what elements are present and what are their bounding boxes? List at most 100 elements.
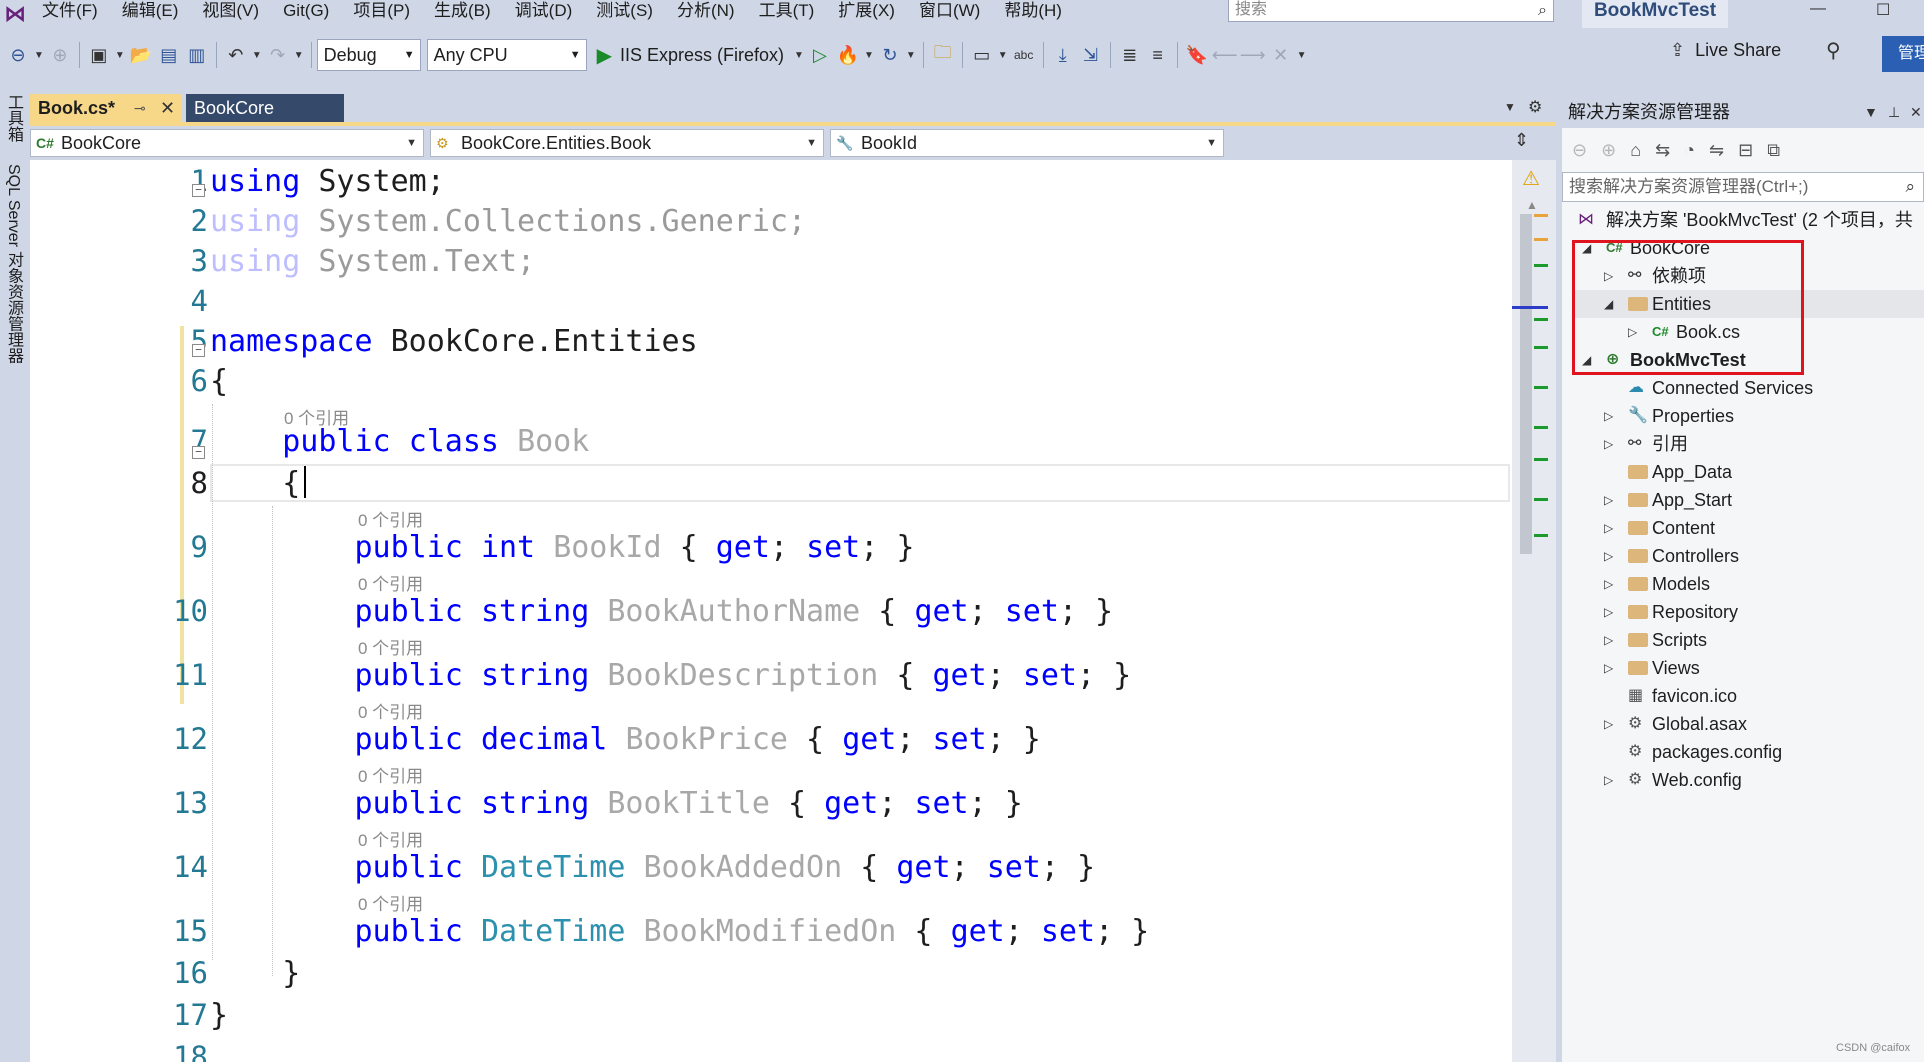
visual-studio-logo-icon[interactable]: ⋈: [0, 0, 30, 28]
pending-changes-icon[interactable]: ◔: [1684, 140, 1695, 161]
menu-item[interactable]: 帮助(H): [992, 0, 1074, 28]
expand-icon[interactable]: ▷: [1604, 710, 1613, 738]
panel-dropdown-icon[interactable]: ▼: [1864, 96, 1878, 128]
tree-item[interactable]: ▷ Scripts: [1572, 626, 1924, 654]
tree-item[interactable]: ▷ Content: [1572, 514, 1924, 542]
pin-icon[interactable]: ⊥: [1888, 96, 1900, 128]
member-select[interactable]: 🔧 BookId ▼: [830, 129, 1224, 157]
collapse-region-icon[interactable]: −: [192, 344, 205, 357]
home-icon[interactable]: ⌂: [1630, 140, 1641, 161]
browse-folder-icon[interactable]: 🗀: [929, 41, 957, 69]
tree-item[interactable]: ▷ ⚯ 引用: [1572, 430, 1924, 458]
tree-item[interactable]: ▷ C# Book.cs: [1572, 318, 1924, 346]
expand-icon[interactable]: ▷: [1604, 654, 1613, 682]
switch-views-icon[interactable]: ⇆: [1655, 140, 1670, 161]
toolbox-tab[interactable]: 工具箱: [1, 94, 25, 142]
hot-reload-icon[interactable]: 🔥: [834, 41, 862, 69]
project-select[interactable]: C# BookCore ▼: [30, 129, 424, 157]
navigate-forward-icon[interactable]: ⊕: [46, 41, 74, 69]
open-file-icon[interactable]: 📂: [127, 41, 155, 69]
menu-item[interactable]: 分析(N): [665, 0, 747, 28]
admin-button[interactable]: 管理: [1882, 36, 1924, 72]
tree-item[interactable]: ▷ Repository: [1572, 598, 1924, 626]
tree-item[interactable]: ▷ ⚯ 依赖项: [1572, 262, 1924, 290]
new-dropdown-icon[interactable]: ▼: [115, 50, 125, 61]
solution-search-input[interactable]: 搜索解决方案资源管理器(Ctrl+;) ⌕: [1562, 172, 1924, 202]
menu-item[interactable]: 生成(B): [422, 0, 503, 28]
menu-item[interactable]: 测试(S): [584, 0, 665, 28]
tree-item[interactable]: ▷ Models: [1572, 570, 1924, 598]
tab-book-cs[interactable]: Book.cs* ⊸ ✕: [30, 94, 182, 122]
collapse-region-icon[interactable]: −: [192, 446, 205, 459]
tree-item[interactable]: App_Data: [1572, 458, 1924, 486]
expand-icon[interactable]: ▷: [1604, 486, 1613, 514]
collapse-icon[interactable]: ◢: [1582, 234, 1591, 262]
tree-item[interactable]: ▷ Controllers: [1572, 542, 1924, 570]
tree-item-solution[interactable]: ⋈ 解决方案 'BookMvcTest' (2 个项目，共: [1572, 206, 1924, 234]
close-icon[interactable]: ✕: [1910, 96, 1922, 128]
bookmark-icon[interactable]: 🔖: [1183, 41, 1211, 69]
scroll-thumb[interactable]: [1520, 214, 1532, 554]
refresh-icon[interactable]: ↻: [876, 41, 904, 69]
collapse-all-icon[interactable]: ⊟: [1738, 140, 1753, 161]
tree-item[interactable]: ▷ 🔧 Properties: [1572, 402, 1924, 430]
undo-dropdown-icon[interactable]: ▼: [252, 50, 262, 61]
tree-item[interactable]: ⚙ packages.config: [1572, 738, 1924, 766]
run-button[interactable]: ▶ IIS Express (Firefox): [597, 43, 784, 68]
tree-item[interactable]: ▷ ⚙ Global.asax: [1572, 710, 1924, 738]
code-lens-references[interactable]: 0 个引用: [358, 890, 423, 915]
tab-list-dropdown-icon[interactable]: ▼: [1504, 100, 1516, 114]
menu-item[interactable]: 工具(T): [747, 0, 827, 28]
code-lens-references[interactable]: 0 个引用: [358, 826, 423, 851]
scroll-up-icon[interactable]: ▲: [1526, 198, 1538, 212]
tree-item[interactable]: ▦ favicon.ico: [1572, 682, 1924, 710]
menu-item[interactable]: 扩展(X): [826, 0, 907, 28]
pin-icon[interactable]: ⊸: [134, 94, 146, 122]
run-dropdown-icon[interactable]: ▼: [794, 50, 804, 61]
expand-icon[interactable]: ▷: [1604, 542, 1613, 570]
expand-icon[interactable]: ▷: [1628, 318, 1637, 346]
hot-reload-dropdown-icon[interactable]: ▼: [864, 50, 874, 61]
undo-icon[interactable]: ↶: [222, 41, 250, 69]
expand-icon[interactable]: ▷: [1604, 766, 1613, 794]
warning-icon[interactable]: ⚠: [1522, 166, 1540, 191]
code-lens-references[interactable]: 0 个引用: [358, 506, 423, 531]
expand-icon[interactable]: ▷: [1604, 626, 1613, 654]
sql-server-explorer-tab[interactable]: SQL Server 对象资源管理器: [1, 164, 25, 363]
live-share-button[interactable]: ⇪ Live Share: [1670, 40, 1781, 61]
configuration-select[interactable]: Debug ▼: [316, 39, 421, 71]
next-bookmark-icon[interactable]: ⟶: [1239, 41, 1267, 69]
back-icon[interactable]: ⊖: [1572, 140, 1587, 161]
layout-dropdown-icon[interactable]: ▼: [998, 50, 1008, 61]
collapse-icon[interactable]: ◢: [1582, 346, 1591, 374]
expand-icon[interactable]: ▷: [1604, 514, 1613, 542]
minimize-icon[interactable]: —: [1810, 0, 1826, 18]
tree-item[interactable]: ☁ Connected Services: [1572, 374, 1924, 402]
code-lens-references[interactable]: 0 个引用: [358, 634, 423, 659]
feedback-person-icon[interactable]: ⚲: [1826, 38, 1841, 63]
tab-bookcore[interactable]: BookCore: [186, 94, 344, 122]
vertical-scrollbar[interactable]: ⚠ ▲: [1512, 160, 1556, 1062]
save-icon[interactable]: ▤: [155, 41, 183, 69]
tree-item[interactable]: ▷ App_Start: [1572, 486, 1924, 514]
refresh-dropdown-icon[interactable]: ▼: [906, 50, 916, 61]
code-lens-references[interactable]: 0 个引用: [358, 698, 423, 723]
step-icon[interactable]: ⤓: [1049, 41, 1077, 69]
back-dropdown-icon[interactable]: ▼: [34, 50, 44, 61]
gear-icon[interactable]: ⚙: [1528, 97, 1542, 117]
tree-item[interactable]: ◢ Entities: [1572, 290, 1924, 318]
menu-item[interactable]: Git(G): [271, 0, 341, 28]
layout-icon[interactable]: ▭: [968, 41, 996, 69]
sync-icon[interactable]: ⇋: [1709, 140, 1724, 161]
start-without-debugging-icon[interactable]: ▷: [806, 41, 834, 69]
format-icon[interactable]: ⇲: [1077, 41, 1105, 69]
platform-select[interactable]: Any CPU ▼: [426, 39, 587, 71]
new-project-icon[interactable]: ▣: [85, 41, 113, 69]
redo-dropdown-icon[interactable]: ▼: [294, 50, 304, 61]
menu-item[interactable]: 项目(P): [341, 0, 422, 28]
clear-bookmarks-icon[interactable]: ✕: [1267, 41, 1295, 69]
navigate-back-icon[interactable]: ⊖: [4, 41, 32, 69]
save-all-icon[interactable]: ▥: [183, 41, 211, 69]
expand-icon[interactable]: ▷: [1604, 262, 1613, 290]
menu-item[interactable]: 调试(D): [503, 0, 585, 28]
